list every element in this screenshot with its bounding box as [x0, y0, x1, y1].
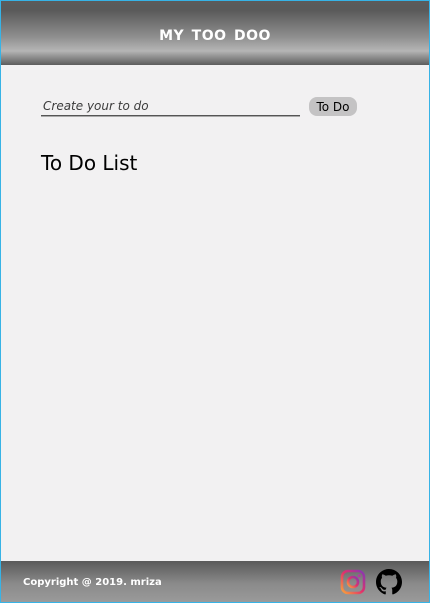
todo-input[interactable] — [41, 96, 303, 116]
input-underline — [41, 115, 300, 116]
app-title: my too doo — [159, 21, 271, 45]
github-icon[interactable] — [376, 569, 402, 595]
todo-form: To Do — [41, 96, 361, 120]
copyright-text: Copyright @ 2019. mriza — [23, 577, 162, 588]
add-todo-button[interactable]: To Do — [309, 97, 357, 116]
instagram-icon[interactable] — [340, 569, 366, 595]
app-footer: Copyright @ 2019. mriza — [1, 561, 429, 602]
app-window: my too doo To Do To Do List Copyright @ … — [0, 0, 430, 603]
app-header: my too doo — [1, 1, 429, 65]
list-heading: To Do List — [41, 151, 138, 175]
